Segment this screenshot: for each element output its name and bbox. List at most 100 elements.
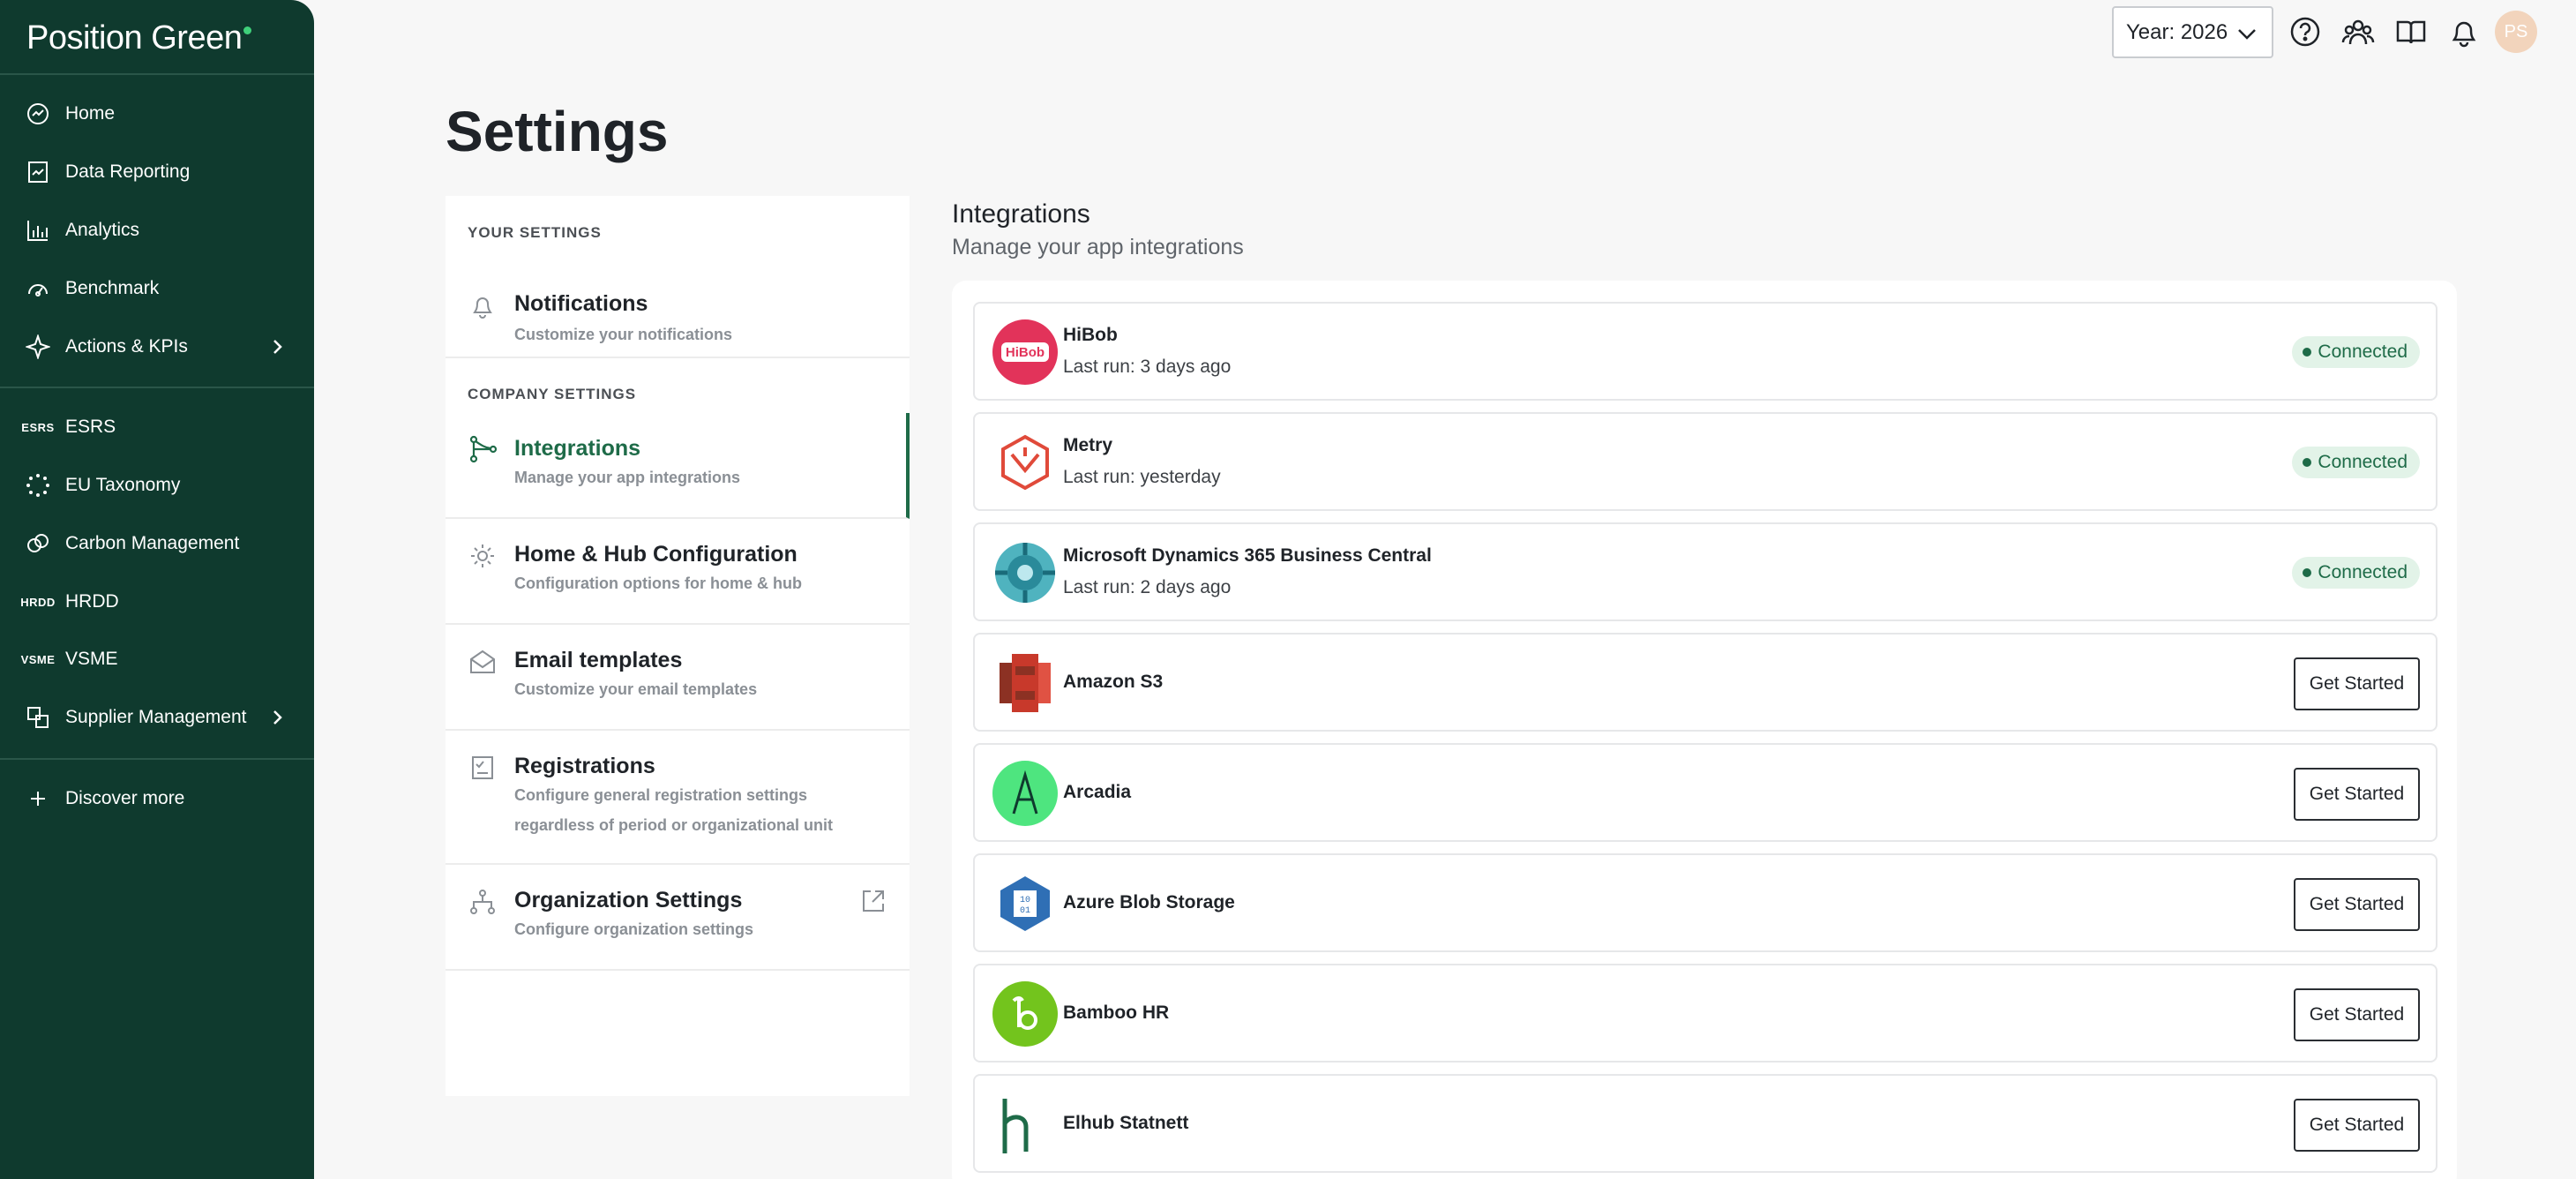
community-icon[interactable] <box>2340 14 2376 49</box>
integration-last-run: Last run: 2 days ago <box>1063 577 1232 597</box>
registrations-title: Registrations <box>514 754 655 778</box>
external-link-icon[interactable] <box>860 888 887 919</box>
get-started-button[interactable]: Get Started <box>2294 657 2420 710</box>
user-avatar[interactable]: PS <box>2495 11 2537 53</box>
page-title: Settings <box>446 100 669 163</box>
nav-vsme[interactable]: VSME VSME <box>20 642 118 677</box>
avatar-initials: PS <box>2504 21 2528 41</box>
settings-item-home-hub[interactable]: Home & Hub Configuration Configuration o… <box>446 519 910 625</box>
home-icon <box>25 101 51 127</box>
bell-icon <box>468 291 497 319</box>
status-dot <box>2303 458 2312 467</box>
nav-actions-kpis-label: Actions & KPIs <box>65 336 188 357</box>
integration-last-run: Last run: 3 days ago <box>1063 357 1232 377</box>
nav-hrdd[interactable]: HRDD HRDD <box>20 584 118 620</box>
integration-name: Amazon S3 <box>1063 672 1164 692</box>
integrations-subheading: Manage your app integrations <box>952 235 1244 259</box>
metry-logo <box>992 430 1058 495</box>
integrations-title: Integrations <box>514 436 641 461</box>
svg-text:HiBob: HiBob <box>1006 345 1045 360</box>
notifications-title: Notifications <box>514 291 648 316</box>
help-icon[interactable] <box>2288 14 2323 49</box>
brand-logo[interactable]: Position Green <box>26 19 252 57</box>
sidebar-divider <box>0 387 314 388</box>
settings-panel: YOUR SETTINGS Notifications Customize yo… <box>446 196 910 1096</box>
sidebar: Position Green Home Data Reporting Analy… <box>0 0 314 1179</box>
get-started-button[interactable]: Get Started <box>2294 1099 2420 1152</box>
vsme-icon: VSME <box>20 652 56 666</box>
nav-actions-kpis[interactable]: Actions & KPIs <box>25 329 289 364</box>
integration-row-arcadia[interactable]: Arcadia Get Started <box>973 743 2437 842</box>
get-started-button[interactable]: Get Started <box>2294 988 2420 1041</box>
elhub-statnett-logo <box>992 1092 1058 1157</box>
nav-supplier-management[interactable]: Supplier Management <box>25 700 289 735</box>
integration-name: Arcadia <box>1063 782 1132 802</box>
hrdd-icon: HRDD <box>20 595 56 609</box>
integration-row-azure-blob[interactable]: 10 01 Azure Blob Storage Get Started <box>973 853 2437 952</box>
chevron-down-icon <box>2238 29 2256 40</box>
nav-data-reporting[interactable]: Data Reporting <box>25 154 190 190</box>
integration-name: Microsoft Dynamics 365 Business Central <box>1063 545 1432 566</box>
integration-row-metry[interactable]: Metry Last run: yesterday Connected <box>973 412 2437 511</box>
settings-item-email-templates[interactable]: Email templates Customize your email tem… <box>446 625 910 731</box>
integration-name: Elhub Statnett <box>1063 1113 1189 1133</box>
settings-item-notifications[interactable]: Notifications Customize your notificatio… <box>446 254 910 358</box>
integration-row-bamboo-hr[interactable]: Bamboo HR Get Started <box>973 964 2437 1063</box>
esrs-icon: ESRS <box>21 420 55 434</box>
bell-icon[interactable] <box>2446 14 2482 49</box>
sidebar-divider <box>0 758 314 760</box>
benchmark-icon <box>25 275 51 302</box>
nav-benchmark[interactable]: Benchmark <box>25 271 159 306</box>
get-started-button[interactable]: Get Started <box>2294 768 2420 821</box>
year-select[interactable]: Year: 2026 <box>2112 6 2273 58</box>
status-dot <box>2303 568 2312 577</box>
nav-eu-taxonomy[interactable]: EU Taxonomy <box>25 468 180 503</box>
home-hub-title: Home & Hub Configuration <box>514 542 798 567</box>
integrations-desc: Manage your app integrations <box>514 469 741 486</box>
chevron-right-icon <box>265 705 289 735</box>
integration-last-run: Last run: yesterday <box>1063 467 1221 487</box>
eu-taxonomy-icon <box>25 472 51 499</box>
nav-home[interactable]: Home <box>25 96 115 131</box>
sidebar-divider <box>0 73 314 75</box>
integration-row-elhub-statnett[interactable]: Elhub Statnett Get Started <box>973 1074 2437 1173</box>
settings-item-organization[interactable]: Organization Settings Configure organiza… <box>446 865 910 971</box>
azure-blob-logo: 10 01 <box>992 871 1058 936</box>
status-badge: Connected <box>2292 557 2420 589</box>
get-started-button[interactable]: Get Started <box>2294 878 2420 931</box>
nav-analytics[interactable]: Analytics <box>25 213 139 248</box>
svg-text:10: 10 <box>1020 896 1030 905</box>
brand-dot <box>243 26 252 34</box>
plus-icon <box>25 785 51 812</box>
actions-icon <box>25 334 51 360</box>
nav-carbon-management-label: Carbon Management <box>65 533 240 553</box>
amazon-s3-logo <box>992 650 1058 716</box>
registrations-icon <box>468 754 497 782</box>
nav-discover-more[interactable]: Discover more <box>25 781 184 816</box>
email-templates-desc: Customize your email templates <box>514 680 758 698</box>
supplier-icon <box>25 704 51 731</box>
nav-analytics-label: Analytics <box>65 220 140 240</box>
status-badge-label: Connected <box>2318 562 2408 582</box>
integration-row-microsoft-dynamics[interactable]: Microsoft Dynamics 365 Business Central … <box>973 522 2437 621</box>
book-icon[interactable] <box>2393 14 2429 49</box>
arcadia-logo <box>992 761 1058 826</box>
nav-supplier-management-label: Supplier Management <box>65 707 247 727</box>
hibob-logo: HiBob <box>992 319 1058 385</box>
nav-data-reporting-label: Data Reporting <box>65 161 191 182</box>
nav-carbon-management[interactable]: Carbon Management <box>25 526 239 561</box>
nav-esrs-label: ESRS <box>65 417 116 437</box>
integration-row-hibob[interactable]: HiBob HiBob Last run: 3 days ago Connect… <box>973 302 2437 401</box>
organization-desc: Configure organization settings <box>514 920 754 938</box>
settings-item-integrations[interactable]: Integrations Manage your app integration… <box>446 413 910 519</box>
svg-text:01: 01 <box>1020 906 1030 916</box>
org-chart-icon <box>468 888 497 916</box>
nav-esrs[interactable]: ESRS ESRS <box>21 409 116 445</box>
registrations-desc: Configure general registration settings … <box>514 786 834 834</box>
status-badge-label: Connected <box>2318 452 2408 472</box>
brand-name: Position Green <box>26 19 243 56</box>
year-select-value: Year: 2026 <box>2126 19 2228 44</box>
settings-item-registrations[interactable]: Registrations Configure general registra… <box>446 731 910 865</box>
nav-vsme-label: VSME <box>65 649 118 669</box>
integration-row-amazon-s3[interactable]: Amazon S3 Get Started <box>973 633 2437 732</box>
